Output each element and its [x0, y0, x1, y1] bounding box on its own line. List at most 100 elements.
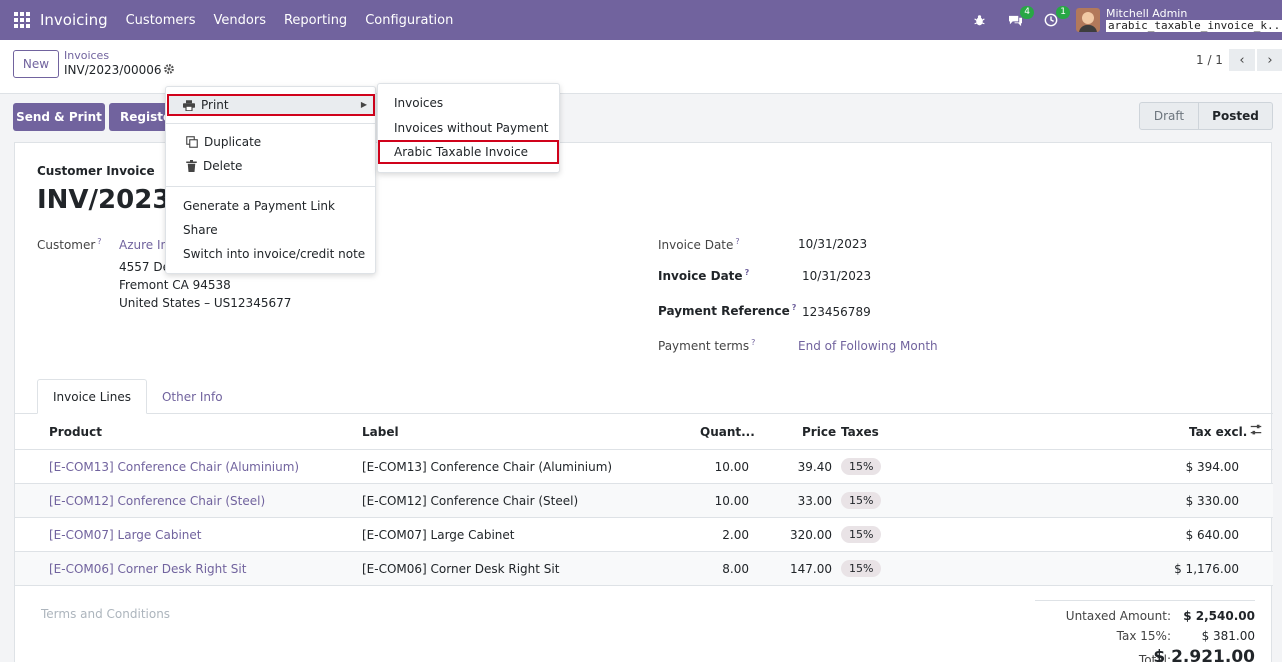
col-product[interactable]: Product	[49, 425, 102, 439]
row-tax-badge: 15%	[841, 492, 882, 509]
row-subtotal: $ 330.00	[1185, 494, 1239, 508]
menu-reporting[interactable]: Reporting	[284, 13, 347, 28]
chevron-right-icon: ›	[1267, 52, 1273, 68]
customer-label: Customer?	[37, 237, 102, 252]
row-product[interactable]: [E-COM12] Conference Chair (Steel)	[49, 494, 265, 508]
row-quantity: 8.00	[722, 562, 749, 576]
untaxed-label: Untaxed Amount:	[1065, 609, 1171, 623]
send-print-button[interactable]: Send & Print	[13, 103, 105, 131]
row-tax-badge: 15%	[841, 560, 882, 577]
col-label[interactable]: Label	[362, 425, 399, 439]
terms-input[interactable]: Terms and Conditions	[41, 607, 170, 621]
row-label: [E-COM06] Corner Desk Right Sit	[362, 562, 560, 576]
col-price[interactable]: Price	[802, 425, 836, 439]
invoice-lines-header: Product Label Quant... Price Taxes Tax e…	[15, 414, 1273, 450]
action-dropdown-menu: Print ▶ Duplicate Delete Generate a Paym…	[165, 86, 376, 274]
pager-previous-button[interactable]: ‹	[1229, 49, 1255, 71]
user-menu[interactable]: Mitchell Admin arabic_taxable_invoice_k.…	[1106, 8, 1282, 32]
chat-icon[interactable]: 4	[1004, 6, 1034, 31]
invoice-number: INV/2023/00006	[37, 185, 172, 215]
status-posted[interactable]: Posted	[1199, 102, 1273, 130]
menu-configuration[interactable]: Configuration	[365, 13, 453, 28]
row-quantity: 2.00	[722, 528, 749, 542]
row-product[interactable]: [E-COM13] Conference Chair (Aluminium)	[49, 460, 299, 474]
row-label: [E-COM07] Large Cabinet	[362, 528, 515, 542]
menu-duplicate[interactable]: Duplicate	[186, 135, 366, 149]
activity-badge: 1	[1056, 6, 1070, 19]
total-value: $ 2,921.00	[1153, 647, 1255, 662]
customer-name[interactable]: Azure In	[119, 238, 168, 252]
col-taxes[interactable]: Taxes	[841, 425, 879, 439]
menu-generate-payment-link[interactable]: Generate a Payment Link	[183, 199, 392, 213]
row-label: [E-COM12] Conference Chair (Steel)	[362, 494, 579, 508]
app-grid-icon[interactable]	[14, 12, 30, 28]
payment-reference-value[interactable]: 123456789	[802, 305, 871, 319]
top-navbar: Invoicing Customers Vendors Reporting Co…	[0, 0, 1282, 40]
invoice-date-required-label: Invoice Date?	[658, 268, 750, 283]
gear-icon[interactable]	[163, 63, 175, 79]
menu-print-label: Print	[201, 98, 229, 112]
menu-vendors[interactable]: Vendors	[214, 13, 266, 28]
menu-share[interactable]: Share	[183, 223, 392, 237]
table-row[interactable]: [E-COM07] Large Cabinet [E-COM07] Large …	[15, 518, 1273, 552]
submenu-arabic-taxable-invoice[interactable]: Arabic Taxable Invoice	[394, 145, 528, 159]
printer-icon	[183, 99, 195, 111]
status-bar: Draft Posted	[1139, 102, 1273, 130]
tab-other-info[interactable]: Other Info	[147, 379, 238, 414]
menu-switch-credit-note[interactable]: Switch into invoice/credit note	[183, 247, 392, 261]
invoice-date-label: Invoice Date?	[658, 237, 740, 252]
breadcrumb-current: INV/2023/00006	[64, 63, 162, 77]
tax-label: Tax 15%:	[1116, 629, 1171, 643]
payment-terms-value[interactable]: End of Following Month	[798, 339, 938, 353]
invoice-date-value[interactable]: 10/31/2023	[798, 237, 867, 251]
status-draft[interactable]: Draft	[1139, 102, 1199, 130]
submenu-invoices[interactable]: Invoices	[394, 96, 443, 110]
menu-delete[interactable]: Delete	[186, 159, 366, 173]
register-payment-button[interactable]: Registe	[109, 103, 169, 131]
pager-next-button[interactable]: ›	[1257, 49, 1282, 71]
customer-address-line1: 4557 De	[119, 260, 170, 274]
chevron-left-icon: ‹	[1239, 52, 1245, 68]
user-avatar[interactable]	[1076, 8, 1100, 32]
row-subtotal: $ 640.00	[1185, 528, 1239, 542]
row-tax-badge: 15%	[841, 526, 882, 543]
tax-value: $ 381.00	[1201, 629, 1255, 643]
row-subtotal: $ 1,176.00	[1174, 562, 1239, 576]
trash-icon	[186, 160, 197, 172]
row-quantity: 10.00	[714, 494, 749, 508]
customer-address-line2: Fremont CA 94538	[119, 278, 231, 292]
database-name: arabic_taxable_invoice_k...	[1106, 19, 1282, 32]
row-subtotal: $ 394.00	[1185, 460, 1239, 474]
column-settings-icon[interactable]	[1249, 423, 1263, 440]
invoice-type-label: Customer Invoice	[37, 164, 155, 178]
menu-divider	[166, 186, 375, 187]
pager-value[interactable]: 1 / 1	[1196, 53, 1223, 67]
table-row[interactable]: [E-COM12] Conference Chair (Steel) [E-CO…	[15, 484, 1273, 518]
payment-reference-label: Payment Reference?	[658, 303, 797, 318]
breadcrumb-invoices[interactable]: Invoices	[64, 49, 109, 62]
menu-customers[interactable]: Customers	[126, 13, 196, 28]
row-product[interactable]: [E-COM06] Corner Desk Right Sit	[49, 562, 246, 576]
col-quantity[interactable]: Quant...	[700, 425, 755, 439]
table-row[interactable]: [E-COM13] Conference Chair (Aluminium) […	[15, 450, 1273, 484]
row-tax-badge: 15%	[841, 458, 882, 475]
chat-badge: 4	[1020, 6, 1034, 19]
table-row[interactable]: [E-COM06] Corner Desk Right Sit [E-COM06…	[15, 552, 1273, 586]
menu-print[interactable]: Print ▶	[167, 94, 375, 116]
row-product[interactable]: [E-COM07] Large Cabinet	[49, 528, 202, 542]
row-price: 33.00	[797, 494, 832, 508]
new-button[interactable]: New	[13, 50, 59, 78]
col-tax-excl[interactable]: Tax excl.	[1189, 425, 1247, 439]
submenu-invoices-without-payment[interactable]: Invoices without Payment	[394, 121, 548, 135]
bug-icon[interactable]	[968, 9, 990, 31]
invoice-date-required-value[interactable]: 10/31/2023	[802, 269, 871, 283]
row-quantity: 10.00	[714, 460, 749, 474]
clock-icon[interactable]: 1	[1040, 6, 1070, 31]
form-tabs: Invoice Lines Other Info	[37, 379, 238, 414]
print-submenu: Invoices Invoices without Payment Arabic…	[377, 83, 560, 173]
menu-divider	[166, 123, 375, 124]
app-title[interactable]: Invoicing	[40, 11, 108, 29]
customer-address-line3: United States – US12345677	[119, 296, 292, 310]
payment-terms-label: Payment terms?	[658, 338, 756, 353]
tab-invoice-lines[interactable]: Invoice Lines	[37, 379, 147, 414]
